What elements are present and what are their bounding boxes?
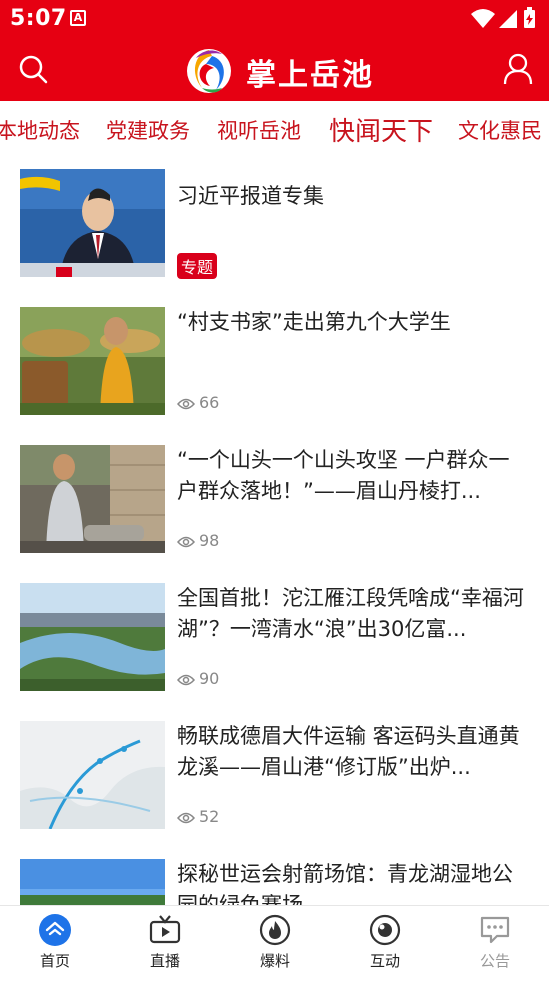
eye-icon — [176, 536, 196, 548]
tab-culture[interactable]: 文化惠民 — [458, 115, 542, 145]
status-time: 5:07 — [10, 6, 67, 31]
view-count: 52 — [176, 807, 220, 826]
news-title: 全国首批！沱江雁江段凭啥成“幸福河湖”？一湾清水“浪”出30亿富... — [177, 586, 524, 641]
news-thumbnail — [20, 583, 165, 691]
view-count-value: 90 — [199, 669, 220, 688]
tab-home[interactable]: 首页 — [0, 906, 110, 978]
status-icons — [469, 6, 539, 34]
news-title: “村支书家”走出第九个大学生 — [177, 310, 451, 334]
app-title: 掌上岳池 — [246, 58, 374, 93]
topic-badge: 专题 — [177, 253, 218, 279]
news-thumbnail — [20, 307, 165, 415]
app-logo-icon — [182, 44, 236, 100]
channel-tabs: 本地动态 党建政务 视听岳池 快闻天下 文化惠民 — [0, 101, 549, 157]
tab-party-affairs[interactable]: 党建政务 — [106, 115, 190, 145]
app-header: 掌上岳池 — [0, 36, 549, 101]
tab-live[interactable]: 直播 — [110, 906, 220, 978]
fire-icon — [259, 914, 291, 946]
user-icon[interactable] — [503, 53, 533, 89]
news-title: 畅联成德眉大件运输 客运码头直通黄龙溪——眉山港“修订版”出炉... — [177, 724, 520, 779]
news-item[interactable]: 全国首批！沱江雁江段凭啥成“幸福河湖”？一湾清水“浪”出30亿富... 90 — [0, 583, 549, 721]
view-count-value: 66 — [199, 393, 220, 412]
tab-yuechi-video[interactable]: 视听岳池 — [217, 115, 301, 145]
news-thumbnail — [20, 721, 165, 829]
news-thumbnail — [20, 169, 165, 277]
wifi-icon — [471, 9, 495, 28]
eye-icon — [176, 812, 196, 824]
tab-report-label: 爆料 — [259, 952, 290, 970]
news-item[interactable]: 畅联成德眉大件运输 客运码头直通黄龙溪——眉山港“修订版”出炉... 52 — [0, 721, 549, 859]
tab-notice-label: 公告 — [479, 952, 510, 970]
view-count: 66 — [176, 393, 220, 412]
news-title: “一个山头一个山头攻坚 一户群众一户群众落地！”——眉山丹棱打... — [177, 448, 510, 503]
battery-icon — [524, 7, 535, 28]
view-count-value: 52 — [199, 807, 220, 826]
notification-icon: A — [70, 10, 86, 26]
view-count-value: 98 — [199, 531, 220, 550]
status-bar: 5:07 A — [0, 0, 549, 36]
news-item[interactable]: 习近平报道专集 专题 — [0, 169, 549, 307]
bottom-tab-bar: 首页 直播 爆料 互动 公告 — [0, 905, 549, 978]
tv-icon — [149, 914, 181, 946]
view-count: 90 — [176, 669, 220, 688]
view-count: 98 — [176, 531, 220, 550]
home-icon — [39, 914, 71, 946]
notice-icon — [479, 914, 511, 946]
search-icon[interactable] — [18, 54, 48, 88]
tab-interaction[interactable]: 互动 — [330, 906, 440, 978]
tab-interaction-label: 互动 — [369, 952, 400, 970]
tab-report[interactable]: 爆料 — [220, 906, 330, 978]
tab-notice[interactable]: 公告 — [440, 906, 549, 978]
tab-home-label: 首页 — [39, 952, 70, 970]
tab-world-news[interactable]: 快闻天下 — [329, 111, 433, 148]
news-title: 习近平报道专集 — [177, 184, 324, 208]
eye-icon — [176, 674, 196, 686]
tab-local-news[interactable]: 本地动态 — [0, 115, 80, 145]
tab-live-label: 直播 — [149, 952, 180, 970]
interaction-icon — [369, 914, 401, 946]
news-thumbnail — [20, 445, 165, 553]
news-item[interactable]: “一个山头一个山头攻坚 一户群众一户群众落地！”——眉山丹棱打... 98 — [0, 445, 549, 583]
news-item[interactable]: “村支书家”走出第九个大学生 66 — [0, 307, 549, 445]
eye-icon — [176, 398, 196, 410]
signal-icon — [499, 10, 517, 28]
